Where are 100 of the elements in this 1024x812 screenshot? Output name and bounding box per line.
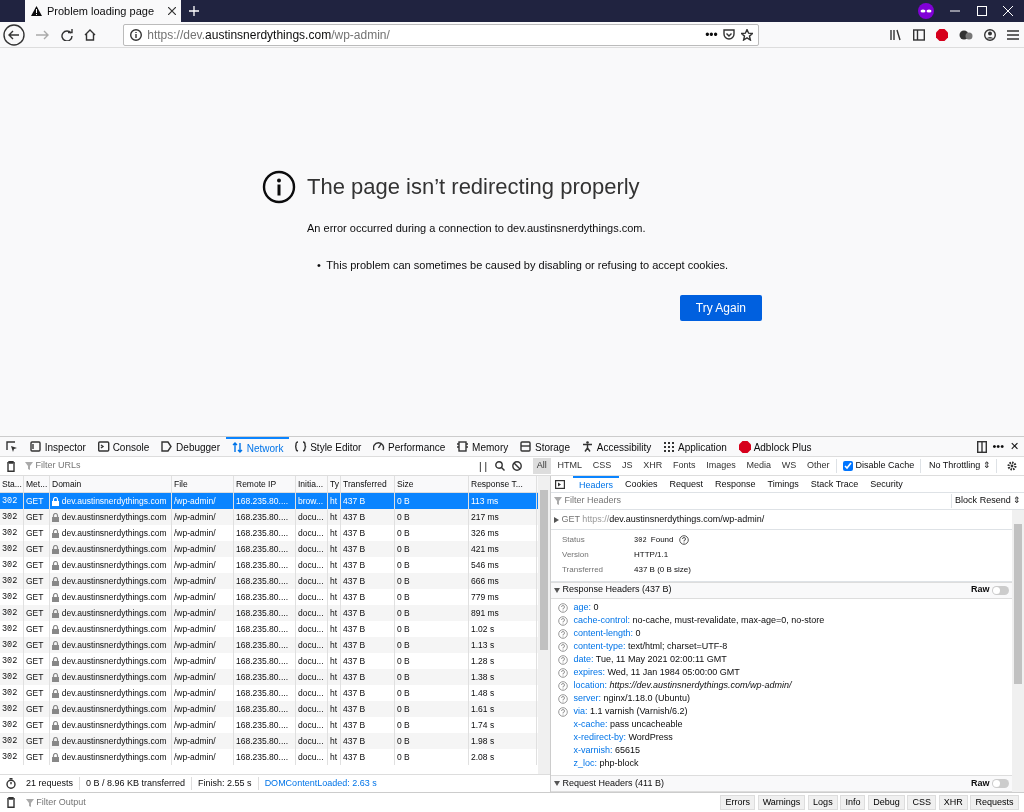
- details-tab[interactable]: Headers: [573, 476, 620, 493]
- trash-icon[interactable]: [6, 797, 16, 808]
- help-icon[interactable]: [558, 667, 568, 678]
- request-row[interactable]: 302 GET dev.austinsnerdythings.com /wp-admin/ 168.235.80.... docu... ht 437 B 0 B 1.13 s: [0, 637, 538, 653]
- pause-button[interactable]: | |: [479, 458, 487, 474]
- panel-toggle-icon[interactable]: [555, 480, 565, 489]
- column-header[interactable]: Transferred: [341, 476, 395, 492]
- column-header[interactable]: Size: [395, 476, 469, 492]
- extension-icon[interactable]: [958, 28, 973, 41]
- checkbox-label[interactable]: Disable Cache: [855, 459, 915, 473]
- help-icon[interactable]: [558, 680, 568, 691]
- column-header[interactable]: Ty: [328, 476, 341, 492]
- type-filter[interactable]: JS: [618, 458, 637, 474]
- help-icon[interactable]: [558, 615, 568, 626]
- url-bar[interactable]: https://dev.austinsnerdythings.com/wp-admin/ •••: [123, 23, 760, 46]
- pick-element-icon[interactable]: [6, 441, 18, 453]
- devtools-tab[interactable]: Accessibility: [576, 437, 658, 457]
- search-icon[interactable]: [495, 461, 506, 471]
- log-level-filter[interactable]: CSS: [907, 794, 936, 811]
- request-line[interactable]: GET https://dev.austinsnerdythings.com/wp-admin/: [561, 512, 765, 527]
- log-level-filter[interactable]: Requests: [970, 794, 1019, 811]
- dock-icon[interactable]: [976, 440, 987, 453]
- block-button[interactable]: Block: [951, 494, 977, 508]
- devtools-tab[interactable]: Style Editor: [289, 437, 368, 457]
- more-button[interactable]: •••: [992, 438, 1004, 455]
- stop-sign-icon[interactable]: [935, 28, 948, 41]
- request-row[interactable]: 302 GET dev.austinsnerdythings.com /wp-admin/ 168.235.80.... docu... ht 437 B 0 B 1.38 s: [0, 669, 538, 685]
- close-icon[interactable]: [167, 7, 176, 15]
- account-icon[interactable]: [983, 28, 996, 41]
- request-row[interactable]: 302 GET dev.austinsnerdythings.com /wp-admin/ 168.235.80.... brow... ht 437 B 0 B 113 ms: [0, 493, 538, 509]
- raw-toggle[interactable]: [992, 585, 1010, 595]
- plus-icon[interactable]: [189, 6, 199, 16]
- log-level-filter[interactable]: Debug: [868, 794, 905, 811]
- column-header[interactable]: Initia...: [296, 476, 328, 492]
- browser-tab[interactable]: Problem loading page: [25, 0, 181, 22]
- filter-field[interactable]: Filter Output: [36, 795, 157, 810]
- log-level-filter[interactable]: Logs: [808, 794, 838, 811]
- back-icon[interactable]: [2, 23, 25, 46]
- scrollbar[interactable]: [1012, 510, 1024, 792]
- column-header[interactable]: Met...: [24, 476, 50, 492]
- help-icon[interactable]: [558, 602, 568, 613]
- reload-icon[interactable]: [60, 28, 73, 41]
- type-filter[interactable]: Other: [803, 458, 834, 474]
- column-header[interactable]: Remote IP: [234, 476, 296, 492]
- log-level-filter[interactable]: Warnings: [757, 794, 806, 811]
- column-header[interactable]: Sta...: [0, 476, 24, 492]
- details-tab[interactable]: Cookies: [619, 476, 664, 493]
- menu-icon[interactable]: [1006, 29, 1019, 40]
- sidebar-icon[interactable]: [912, 28, 925, 41]
- type-filter[interactable]: XHR: [639, 458, 667, 474]
- help-icon[interactable]: [558, 654, 568, 665]
- help-icon[interactable]: [558, 706, 568, 717]
- devtools-tab[interactable]: Application: [657, 437, 733, 457]
- type-filter[interactable]: Media: [742, 458, 776, 474]
- block-icon[interactable]: [512, 461, 522, 471]
- expand-arrow-icon[interactable]: [553, 516, 559, 523]
- column-header[interactable]: Domain: [50, 476, 172, 492]
- type-filter[interactable]: Images: [702, 458, 740, 474]
- checkbox[interactable]: [842, 461, 853, 471]
- type-filter[interactable]: WS: [777, 458, 801, 474]
- scrollbar[interactable]: [538, 476, 550, 774]
- devtools-tab[interactable]: Debugger: [155, 437, 226, 457]
- settings-icon[interactable]: [1006, 460, 1018, 472]
- type-filter[interactable]: All: [532, 458, 551, 474]
- maximize-icon[interactable]: [976, 6, 987, 16]
- devtools-tab[interactable]: Adblock Plus: [732, 437, 818, 457]
- devtools-tab[interactable]: Console: [91, 437, 156, 457]
- request-row[interactable]: 302 GET dev.austinsnerdythings.com /wp-admin/ 168.235.80.... docu... ht 437 B 0 B 891 ms: [0, 605, 538, 621]
- details-tab[interactable]: Security: [864, 476, 909, 493]
- request-row[interactable]: 302 GET dev.austinsnerdythings.com /wp-admin/ 168.235.80.... docu... ht 437 B 0 B 421 ms: [0, 541, 538, 557]
- type-filter[interactable]: CSS: [588, 458, 616, 474]
- help-icon[interactable]: [558, 693, 568, 704]
- devtools-tab[interactable]: Memory: [451, 437, 515, 457]
- pocket-icon[interactable]: [723, 28, 736, 41]
- request-row[interactable]: 302 GET dev.austinsnerdythings.com /wp-admin/ 168.235.80.... docu... ht 437 B 0 B 217 ms: [0, 509, 538, 525]
- request-row[interactable]: 302 GET dev.austinsnerdythings.com /wp-admin/ 168.235.80.... docu... ht 437 B 0 B 1.61 s: [0, 701, 538, 717]
- filter-field[interactable]: Filter Headers: [564, 494, 685, 508]
- request-row[interactable]: 302 GET dev.austinsnerdythings.com /wp-admin/ 168.235.80.... docu... ht 437 B 0 B 2.08 s: [0, 749, 538, 765]
- throttling-dropdown[interactable]: No Throttling ⇕: [923, 459, 998, 473]
- trash-icon[interactable]: [6, 460, 16, 472]
- column-header[interactable]: File: [172, 476, 234, 492]
- help-icon[interactable]: [558, 628, 568, 639]
- more-button[interactable]: •••: [705, 25, 718, 44]
- home-icon[interactable]: [83, 28, 96, 41]
- devtools-tab[interactable]: Network: [226, 437, 290, 457]
- devtools-tab[interactable]: Storage: [514, 437, 576, 457]
- devtools-tab[interactable]: Inspector: [24, 437, 92, 457]
- type-filter[interactable]: Fonts: [669, 458, 700, 474]
- type-filter[interactable]: HTML: [553, 458, 586, 474]
- request-row[interactable]: 302 GET dev.austinsnerdythings.com /wp-admin/ 168.235.80.... docu... ht 437 B 0 B 666 ms: [0, 573, 538, 589]
- details-tab[interactable]: Request: [663, 476, 710, 493]
- help-icon[interactable]: [558, 641, 568, 652]
- details-tab[interactable]: Response: [709, 476, 762, 493]
- library-icon[interactable]: [889, 28, 902, 41]
- help-icon[interactable]: [678, 535, 689, 546]
- close-button[interactable]: ✕: [1009, 438, 1019, 455]
- devtools-tab[interactable]: Performance: [367, 437, 452, 457]
- filter-field[interactable]: Filter URLs: [35, 459, 136, 473]
- raw-toggle[interactable]: [992, 779, 1010, 788]
- try-again-button[interactable]: Try Again: [679, 295, 762, 321]
